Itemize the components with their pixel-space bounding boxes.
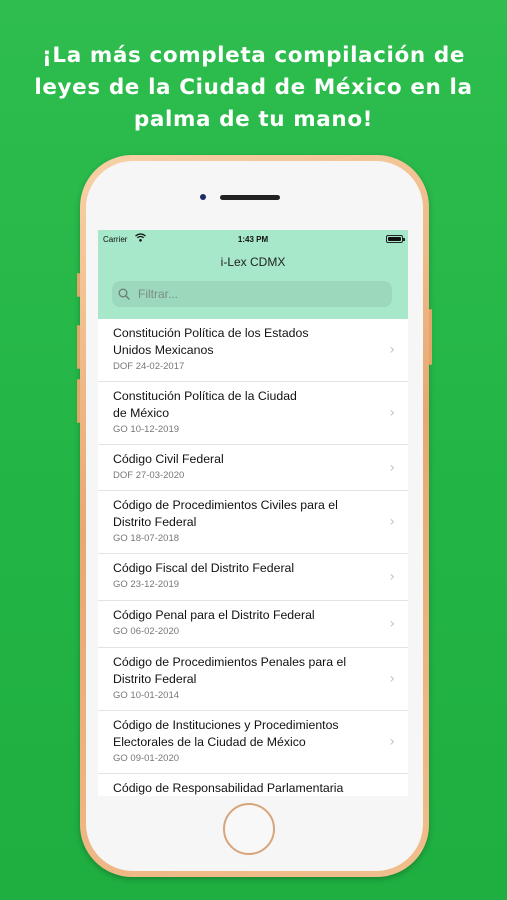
- list-item[interactable]: Código Fiscal del Distrito Federal GO 23…: [98, 554, 408, 601]
- law-title: Código de Responsabilidad Parlamentaria: [113, 780, 380, 796]
- headline-line: ¡La más completa compilación de: [41, 43, 466, 68]
- law-title: Constitución Política de los Estados Uni…: [113, 325, 380, 359]
- law-title: Código Penal para el Distrito Federal: [113, 607, 380, 624]
- mute-switch: [77, 273, 80, 297]
- law-title-line: Distrito Federal: [113, 515, 197, 529]
- law-list: Constitución Política de los Estados Uni…: [98, 319, 408, 796]
- chevron-right-icon: ›: [389, 342, 395, 358]
- list-item[interactable]: Constitución Política de los Estados Uni…: [98, 319, 408, 382]
- power-button: [429, 309, 432, 365]
- law-title: Constitución Política de la Ciudad de Mé…: [113, 388, 380, 422]
- law-date: GO 06-02-2020: [113, 626, 180, 637]
- law-title-line: Distrito Federal: [113, 672, 197, 686]
- list-item[interactable]: Código de Procedimientos Civiles para el…: [98, 491, 408, 554]
- headline-line: leyes de la Ciudad de México en la: [34, 75, 473, 100]
- search-bar[interactable]: [112, 281, 392, 307]
- chevron-right-icon: ›: [389, 734, 395, 750]
- law-title-line: Código de Procedimientos Civiles para el: [113, 498, 338, 512]
- chevron-right-icon: ›: [389, 569, 395, 585]
- law-title-line: Código de Responsabilidad Parlamentaria: [113, 781, 344, 795]
- status-bar: Carrier 1:43 PM: [98, 233, 408, 247]
- law-title: Código de Procedimientos Penales para el…: [113, 654, 380, 688]
- law-title-line: Constitución Política de la Ciudad: [113, 389, 297, 403]
- front-camera: [200, 194, 206, 200]
- law-date: DOF 24-02-2017: [113, 361, 185, 372]
- list-item[interactable]: Constitución Política de la Ciudad de Mé…: [98, 382, 408, 445]
- headline-line: palma de tu mano!: [133, 107, 374, 132]
- chevron-right-icon: ›: [389, 671, 395, 687]
- law-title-line: de México: [113, 406, 170, 420]
- chevron-right-icon: ›: [389, 459, 395, 476]
- page-title: i-Lex CDMX: [220, 255, 286, 269]
- navigation-bar: Carrier 1:43 PM i-Lex CDMX: [98, 230, 408, 319]
- earpiece-speaker: [220, 195, 280, 200]
- search-input[interactable]: [138, 287, 358, 301]
- list-item[interactable]: Código Civil Federal DOF 27-03-2020 ›: [98, 445, 408, 491]
- law-date: GO 09-01-2020: [113, 753, 180, 764]
- law-title-line: Código Fiscal del Distrito Federal: [113, 561, 295, 575]
- law-title-line: Código Civil Federal: [113, 452, 224, 466]
- law-date: GO 10-01-2014: [113, 690, 180, 701]
- list-item[interactable]: Código Penal para el Distrito Federal GO…: [98, 601, 408, 648]
- status-time: 1:43 PM: [237, 235, 269, 244]
- search-icon: [118, 285, 138, 304]
- list-item[interactable]: Código de Procedimientos Penales para el…: [98, 648, 408, 711]
- battery-icon: [386, 235, 405, 243]
- chevron-right-icon: ›: [389, 405, 395, 421]
- law-title: Código de Procedimientos Civiles para el…: [113, 497, 380, 531]
- law-title: Código de Instituciones y Procedimientos…: [113, 717, 380, 751]
- law-title-line: Código de Procedimientos Penales para el: [113, 655, 347, 669]
- law-title: Código Fiscal del Distrito Federal: [113, 560, 380, 577]
- volume-up-button: [77, 325, 80, 369]
- home-button[interactable]: [223, 803, 275, 855]
- chevron-right-icon: ›: [389, 514, 395, 530]
- law-title-line: Código Penal para el Distrito Federal: [113, 608, 315, 622]
- law-title-line: Electorales de la Ciudad de México: [113, 735, 306, 749]
- list-item[interactable]: Código de Instituciones y Procedimientos…: [98, 711, 408, 774]
- law-date: GO 10-12-2019: [113, 424, 180, 435]
- law-title-line: Unidos Mexicanos: [113, 343, 214, 357]
- law-date: DOF 27-03-2020: [113, 470, 185, 481]
- volume-down-button: [77, 379, 80, 423]
- list-item[interactable]: Código de Responsabilidad Parlamentaria: [98, 774, 408, 796]
- law-title: Código Civil Federal: [113, 451, 380, 468]
- law-title-line: Código de Instituciones y Procedimientos: [113, 718, 339, 732]
- law-date: GO 18-07-2018: [113, 533, 180, 544]
- law-date: GO 23-12-2019: [113, 579, 180, 590]
- chevron-right-icon: ›: [389, 616, 395, 632]
- law-title-line: Constitución Política de los Estados: [113, 326, 309, 340]
- app-screen: Carrier 1:43 PM i-Lex CDMX Filtrar... Co…: [98, 230, 408, 796]
- headline: ¡La más completa compilación de leyes de…: [0, 40, 507, 136]
